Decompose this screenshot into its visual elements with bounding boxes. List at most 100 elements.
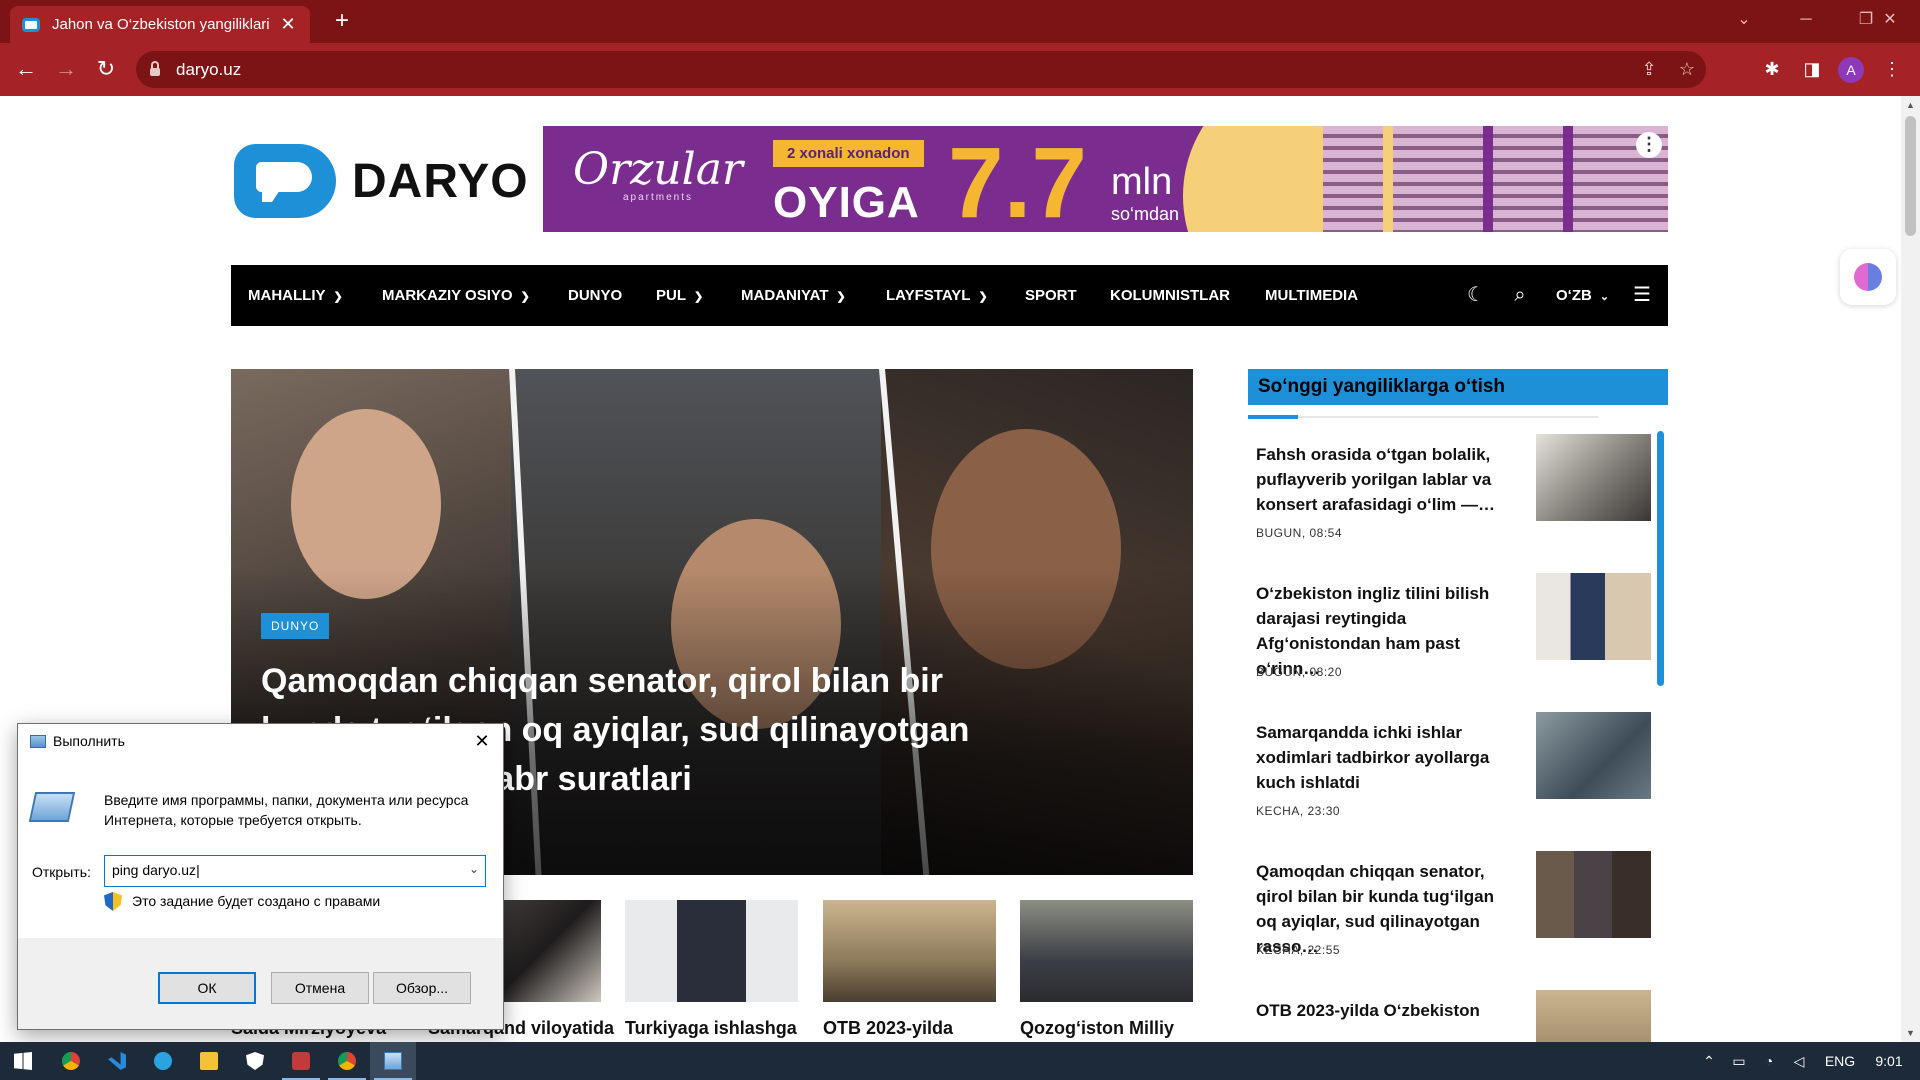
latest-news-title: OTB 2023-yilda O‘zbekiston [1256,1001,1480,1020]
lock-icon[interactable] [150,60,160,76]
scrollbar-thumb[interactable] [1905,116,1916,236]
run-dialog-titlebar[interactable]: Выполнить ✕ [18,724,503,758]
back-button[interactable]: ← [10,53,42,85]
latest-news-time: KECHA, 22:55 [1256,943,1341,957]
wifi-icon[interactable]: ◔ [1756,1042,1782,1080]
floating-widget[interactable] [1840,249,1896,305]
scroll-up-icon[interactable]: ▲ [1906,100,1915,110]
nav-item-multimedia[interactable]: MULTIMEDIA [1265,265,1358,326]
chevron-down-icon: ❯ [836,291,846,303]
run-dialog: Выполнить ✕ Введите имя программы, папки… [17,723,504,1030]
share-icon[interactable]: ⇪ [1634,51,1664,88]
show-hidden-icons[interactable]: ⌃ [1696,1042,1722,1080]
minimize-button[interactable]: ─ [1776,0,1836,43]
profile-avatar[interactable]: A [1838,57,1864,83]
taskbar-run[interactable] [370,1042,416,1080]
chevron-down-icon[interactable]: ⌄ [469,862,479,876]
nav-item-dunyo[interactable]: DUNYO [568,265,622,326]
sidebar-scrollbar[interactable] [1657,431,1664,686]
category-badge[interactable]: DUNYO [261,613,330,639]
taskbar-chrome-profile[interactable] [324,1042,370,1080]
new-tab-button[interactable]: + [326,6,358,38]
close-icon[interactable]: ✕ [469,728,495,754]
news-card[interactable]: Turkiyaga ishlashga [625,900,798,1038]
latest-news-item[interactable]: Qamoqdan chiqqan senator, qirol bilan bi… [1256,851,1651,969]
address-bar[interactable]: daryo.uz ⇪ ☆ [136,51,1706,88]
latest-news-item[interactable]: Fahsh orasida o‘tgan bolalik, puflayveri… [1256,434,1651,552]
scroll-down-icon[interactable]: ▼ [1906,1028,1915,1038]
latest-news-image [1536,712,1651,799]
menu-icon[interactable]: ☰ [1627,265,1657,326]
news-card[interactable]: Qozog‘iston Milliy [1020,900,1193,1038]
language-label: O‘ZB [1556,287,1592,304]
open-label: Открыть: [32,864,91,880]
search-icon[interactable]: ⌕ [1505,265,1535,326]
taskbar-chrome[interactable] [48,1042,94,1080]
taskbar-app[interactable] [278,1042,324,1080]
logo-text: DARYO [352,154,529,208]
latest-news-title: Fahsh orasida o‘tgan bolalik, puflayveri… [1256,445,1496,514]
nav-item-pul[interactable]: PUL ❯ [656,265,703,326]
nav-item-mahalliy[interactable]: MAHALLIY ❯ [248,265,343,326]
ad-banner[interactable]: Orzular apartments 2 xonali xonadon OYIG… [543,126,1668,232]
tab-search-icon[interactable]: ⌄ [1714,0,1774,43]
latest-news-header[interactable]: So‘nggi yangiliklarga o‘tish [1248,369,1668,405]
clock[interactable]: 9:01 [1866,1042,1912,1080]
nav-item-madaniyat[interactable]: MADANIYAT ❯ [741,265,846,326]
close-window-button[interactable]: ✕ [1860,0,1920,43]
latest-news-item[interactable]: O‘zbekiston ingliz tilini bilish darajas… [1256,573,1651,691]
nav-item-markaziy-osiyo[interactable]: MARKAZIY OSIYO ❯ [382,265,530,326]
language-indicator[interactable]: ENG [1818,1042,1862,1080]
run-command-input[interactable]: ping daryo.uz| ⌄ [104,855,486,887]
volume-icon[interactable]: ◁ [1786,1042,1812,1080]
battery-icon[interactable]: ▭ [1726,1042,1752,1080]
divider-accent [1248,415,1298,419]
reload-button[interactable]: ↻ [90,53,122,85]
browser-toolbar: ← → ↻ daryo.uz ⇪ ☆ ✱ ◨ A ⋮ [0,43,1920,96]
latest-news-time: BUGUN, 08:54 [1256,526,1343,540]
bookmark-star-icon[interactable]: ☆ [1672,51,1702,88]
ad-options-icon[interactable]: ⋮ [1636,132,1662,158]
language-selector[interactable]: O‘ZB ⌄ [1556,265,1609,326]
nav-item-layfstayl[interactable]: LAYFSTAYL ❯ [886,265,988,326]
site-logo[interactable]: DARYO [234,144,529,218]
run-icon [384,1052,402,1070]
browser-menu-icon[interactable]: ⋮ [1876,53,1908,85]
nav-label: SPORT [1025,287,1077,304]
url-text: daryo.uz [176,59,242,79]
news-card[interactable]: OTB 2023-yilda [823,900,996,1038]
chrome-profile-icon [338,1052,356,1070]
run-dialog-footer: ОК Отмена Обзор... [18,938,503,1029]
security-icon [246,1052,264,1070]
taskbar-telegram[interactable] [140,1042,186,1080]
tab-title: Jahon va O‘zbekiston yangiliklari [52,16,270,33]
taskbar-vscode[interactable] [94,1042,140,1080]
ok-button[interactable]: ОК [158,972,256,1004]
nav-label: MADANIYAT [741,287,829,304]
page-scrollbar[interactable]: ▲ ▼ [1901,96,1920,1042]
side-panel-icon[interactable]: ◨ [1796,53,1828,85]
news-card-title: Turkiyaga ishlashga [625,1018,797,1038]
latest-news-heading: So‘nggi yangiliklarga o‘tish [1258,376,1506,397]
browse-button[interactable]: Обзор... [373,972,471,1004]
tab-close-icon[interactable]: ✕ [278,14,298,35]
forward-button[interactable]: → [50,53,82,85]
banner-building [1493,126,1563,232]
taskbar-file-explorer[interactable] [186,1042,232,1080]
cancel-button[interactable]: Отмена [271,972,369,1004]
extensions-icon[interactable]: ✱ [1756,53,1788,85]
text-cursor: | [196,862,200,878]
news-card-image [1020,900,1193,1002]
moon-icon[interactable]: ☾ [1461,265,1491,326]
admin-note: Это задание будет создано с правами [132,893,381,909]
latest-news-item[interactable]: Samarqandda ichki ishlar xodimlari tadbi… [1256,712,1651,830]
nav-item-sport[interactable]: SPORT [1025,265,1077,326]
taskbar-security[interactable] [232,1042,278,1080]
start-button[interactable] [0,1042,46,1080]
run-description: Введите имя программы, папки, документа … [104,792,469,828]
nav-label: PUL [656,287,686,304]
latest-news-item[interactable]: OTB 2023-yilda O‘zbekiston [1256,990,1651,1042]
browser-tab[interactable]: Jahon va O‘zbekiston yangiliklari ✕ [10,6,310,43]
nav-item-kolumnistlar[interactable]: KOLUMNISTLAR [1110,265,1230,326]
chevron-down-icon: ❯ [520,291,530,303]
